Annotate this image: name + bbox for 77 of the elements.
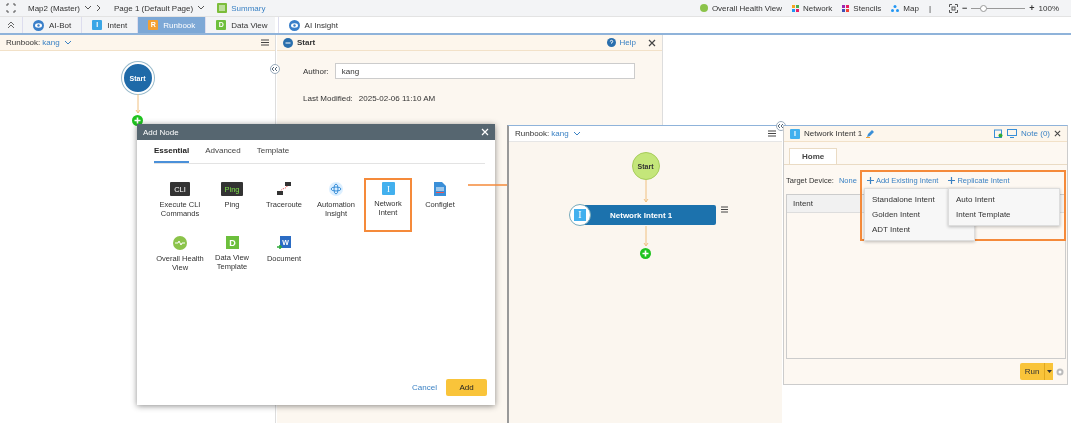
clipboard-icon[interactable] [994, 129, 1004, 138]
start-icon [283, 37, 293, 48]
add-button[interactable]: Add [446, 379, 487, 396]
stencils-icon [842, 4, 850, 12]
tab[interactable]: Advanced [205, 144, 241, 163]
data-view-icon: D [225, 236, 239, 249]
cancel-link[interactable]: Cancel [412, 383, 437, 392]
eye-icon [33, 19, 44, 31]
connector-arrow [134, 94, 141, 115]
toolbar-link[interactable]: Overall Health View [711, 3, 782, 13]
plus-icon[interactable] [948, 176, 956, 184]
zoom-level: 100% [1038, 3, 1059, 13]
toolbar-link[interactable]: Network [803, 3, 833, 13]
close-icon[interactable] [648, 38, 656, 47]
expand-icon[interactable] [6, 3, 16, 13]
author-field[interactable]: kang [334, 63, 635, 79]
help-link[interactable]: Help [619, 38, 636, 47]
close-icon[interactable] [1054, 130, 1061, 137]
field-label: Last Modified: [303, 94, 353, 103]
zoom-slider-thumb[interactable] [980, 4, 988, 12]
runbook-dropdown[interactable]: kang [551, 129, 569, 138]
tab[interactable]: Home [789, 148, 838, 164]
menu-icon[interactable] [768, 130, 776, 137]
tab[interactable]: Template [256, 144, 290, 163]
health-icon [173, 236, 187, 250]
breadcrumb[interactable]: Map2 (Master) [28, 3, 80, 13]
monitor-icon[interactable] [1007, 129, 1018, 138]
chevron-down-icon[interactable] [572, 130, 581, 137]
run-button[interactable]: Run [1020, 363, 1044, 380]
intent-icon: I [381, 182, 395, 195]
add-node-icon[interactable] [640, 248, 651, 259]
atom-icon [329, 182, 343, 196]
modified-date: 2025-02-06 11:10 AM [358, 94, 436, 103]
chevron-down-icon[interactable] [84, 5, 92, 11]
connector-arrow [642, 226, 649, 248]
runbook-label: Runbook: [515, 129, 550, 138]
chevron-down-icon[interactable] [63, 39, 72, 46]
health-icon [699, 4, 708, 12]
tab[interactable]: AI-Bot [22, 17, 82, 33]
tab[interactable]: Essential [154, 144, 190, 163]
collapse-icon[interactable] [7, 21, 15, 29]
eye-icon [288, 19, 300, 31]
connector-arrow [642, 180, 649, 204]
network-icon [792, 4, 799, 12]
runbook-dropdown[interactable]: kang [42, 38, 60, 47]
menu-item[interactable]: ADT Intent [865, 222, 974, 237]
field-label: Author: [303, 66, 329, 76]
breadcrumb[interactable]: Page 1 (Default Page) [114, 3, 194, 13]
toolbar-link[interactable]: Map [903, 3, 919, 13]
document-icon [434, 182, 446, 196]
help-icon [606, 38, 616, 47]
dropdown-button[interactable] [1044, 363, 1053, 380]
menu-icon[interactable] [261, 39, 269, 46]
caret-icon [1046, 370, 1052, 373]
chevron-right-icon [96, 4, 102, 12]
pencil-icon[interactable] [866, 129, 875, 138]
panel-title: Start [297, 38, 316, 47]
intent-icon: I [569, 204, 591, 226]
tab[interactable]: AI Insight [277, 17, 348, 33]
note-link[interactable]: Note (0) [1021, 129, 1050, 138]
map-icon [891, 4, 900, 12]
collapse-handle-icon[interactable] [270, 64, 280, 74]
menu-icon[interactable] [721, 206, 728, 213]
dialog-title: Add Node [143, 127, 179, 137]
panel-title: Network Intent 1 [804, 129, 863, 138]
summary-icon [217, 3, 228, 13]
chevron-down-icon[interactable] [197, 5, 206, 11]
summary-link[interactable]: Summary [231, 3, 266, 13]
traceroute-icon [277, 182, 291, 196]
zoom-out-button[interactable]: − [962, 3, 968, 13]
zoom-in-button[interactable]: + [1029, 3, 1035, 13]
separator: | [928, 3, 931, 13]
plus-icon[interactable] [866, 176, 874, 184]
runbook-label: Runbook: [6, 38, 41, 47]
toolbar-link[interactable]: Stencils [853, 3, 882, 13]
fit-screen-icon[interactable] [949, 3, 958, 13]
menu-item[interactable]: Auto Intent [949, 192, 1059, 207]
